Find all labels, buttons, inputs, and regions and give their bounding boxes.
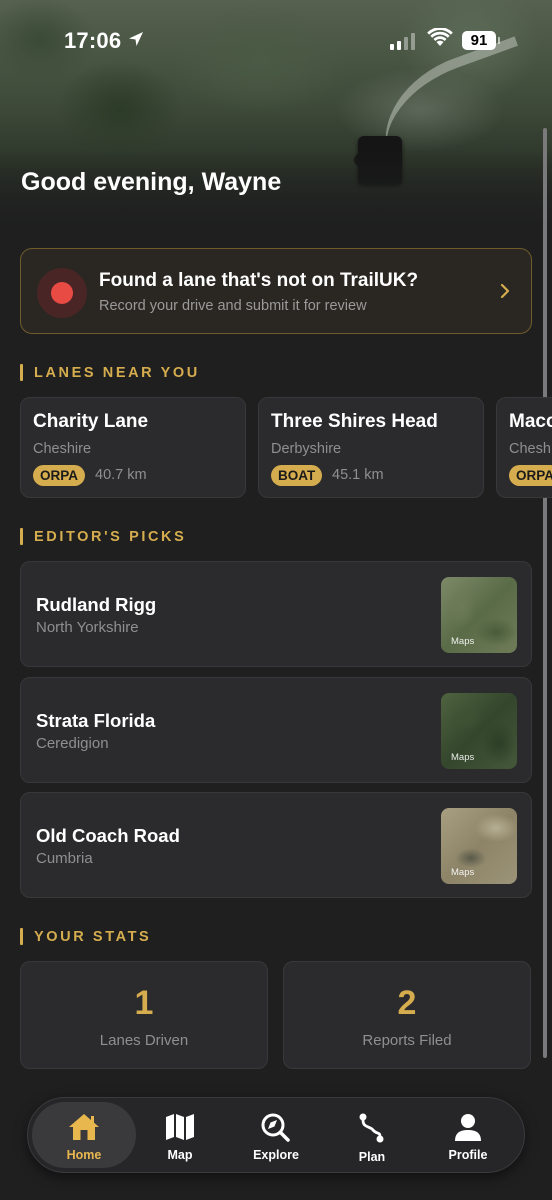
editors-pick-card[interactable]: Old Coach Road Cumbria Maps (20, 792, 532, 898)
lane-card[interactable]: Charity Lane Cheshire ORPA 40.7 km (20, 397, 246, 498)
lane-region: Cheshire (33, 441, 92, 457)
stat-label: Lanes Driven (99, 1032, 189, 1049)
pick-region: North Yorkshire (36, 619, 139, 636)
maps-attribution: Maps (451, 867, 475, 878)
tab-label: Map (167, 1148, 193, 1162)
lane-distance: 45.1 km (332, 467, 384, 483)
record-card-title: Found a lane that's not on TrailUK? (99, 270, 419, 291)
lane-region: Chesh (509, 441, 551, 457)
lane-type-badge: BOAT (271, 465, 323, 486)
status-time: 17:06 (64, 28, 122, 53)
record-card-subtitle: Record your drive and submit it for revi… (99, 298, 367, 314)
stat-value: 1 (134, 984, 154, 1022)
greeting-title: Good evening, Wayne (21, 168, 282, 196)
record-lane-card[interactable]: Found a lane that's not on TrailUK? Reco… (20, 248, 532, 334)
chevron-right-icon (500, 283, 510, 299)
location-arrow-icon (129, 32, 143, 46)
tab-label: Plan (358, 1150, 386, 1164)
editors-pick-card[interactable]: Strata Florida Ceredigion Maps (20, 677, 532, 783)
maps-attribution: Maps (451, 636, 475, 647)
battery-indicator: 91 (462, 31, 500, 50)
map-thumbnail: Maps (441, 808, 517, 884)
pick-region: Ceredigion (36, 735, 109, 752)
explore-icon (261, 1113, 290, 1142)
lane-name: Three Shires Head (271, 411, 438, 432)
cellular-signal-icon (390, 30, 415, 50)
lane-name: Charity Lane (33, 411, 149, 432)
record-icon (37, 268, 87, 318)
tab-label: Explore (253, 1148, 299, 1162)
section-header-your-stats: YOUR STATS (20, 928, 151, 945)
tab-plan[interactable]: Plan (320, 1102, 424, 1168)
lane-region: Derbyshire (271, 441, 342, 457)
lane-type-badge: ORPA (509, 465, 552, 486)
lane-type-badge: ORPA (33, 465, 86, 486)
pick-region: Cumbria (36, 850, 93, 867)
status-bar: 17:06 91 (0, 0, 552, 82)
tab-explore[interactable]: Explore (224, 1102, 328, 1168)
section-header-lanes-near-you: LANES NEAR YOU (20, 364, 200, 381)
route-icon (359, 1113, 384, 1143)
pick-name: Old Coach Road (36, 825, 180, 846)
pick-name: Strata Florida (36, 710, 156, 731)
map-thumbnail: Maps (441, 577, 517, 653)
tab-label: Profile (448, 1148, 488, 1162)
lane-name: Macc (509, 411, 552, 432)
home-screen: 17:06 91 Good evening, Wayne Found a lan… (0, 0, 552, 1200)
tab-bar: Home Map Explore Plan Profile (27, 1097, 525, 1173)
lane-card[interactable]: Macc Chesh ORPA (496, 397, 552, 498)
lane-distance: 40.7 km (95, 467, 147, 483)
section-header-editors-picks: EDITOR'S PICKS (20, 528, 186, 545)
stat-card-reports-filed: 2 Reports Filed (283, 961, 531, 1069)
maps-attribution: Maps (451, 752, 475, 763)
home-icon (69, 1114, 99, 1140)
scrollbar[interactable] (543, 128, 547, 1058)
map-thumbnail: Maps (441, 693, 517, 769)
wifi-icon (427, 28, 453, 46)
tab-map[interactable]: Map (128, 1102, 232, 1168)
lane-card[interactable]: Three Shires Head Derbyshire BOAT 45.1 k… (258, 397, 484, 498)
stat-value: 2 (397, 984, 417, 1022)
tab-label: Home (66, 1148, 102, 1162)
stat-card-lanes-driven: 1 Lanes Driven (20, 961, 268, 1069)
editors-pick-card[interactable]: Rudland Rigg North Yorkshire Maps (20, 561, 532, 667)
pick-name: Rudland Rigg (36, 594, 157, 615)
stat-label: Reports Filed (362, 1032, 452, 1049)
profile-icon (455, 1114, 481, 1141)
tab-profile[interactable]: Profile (416, 1102, 520, 1168)
map-icon (166, 1114, 194, 1140)
tab-home[interactable]: Home (32, 1102, 136, 1168)
